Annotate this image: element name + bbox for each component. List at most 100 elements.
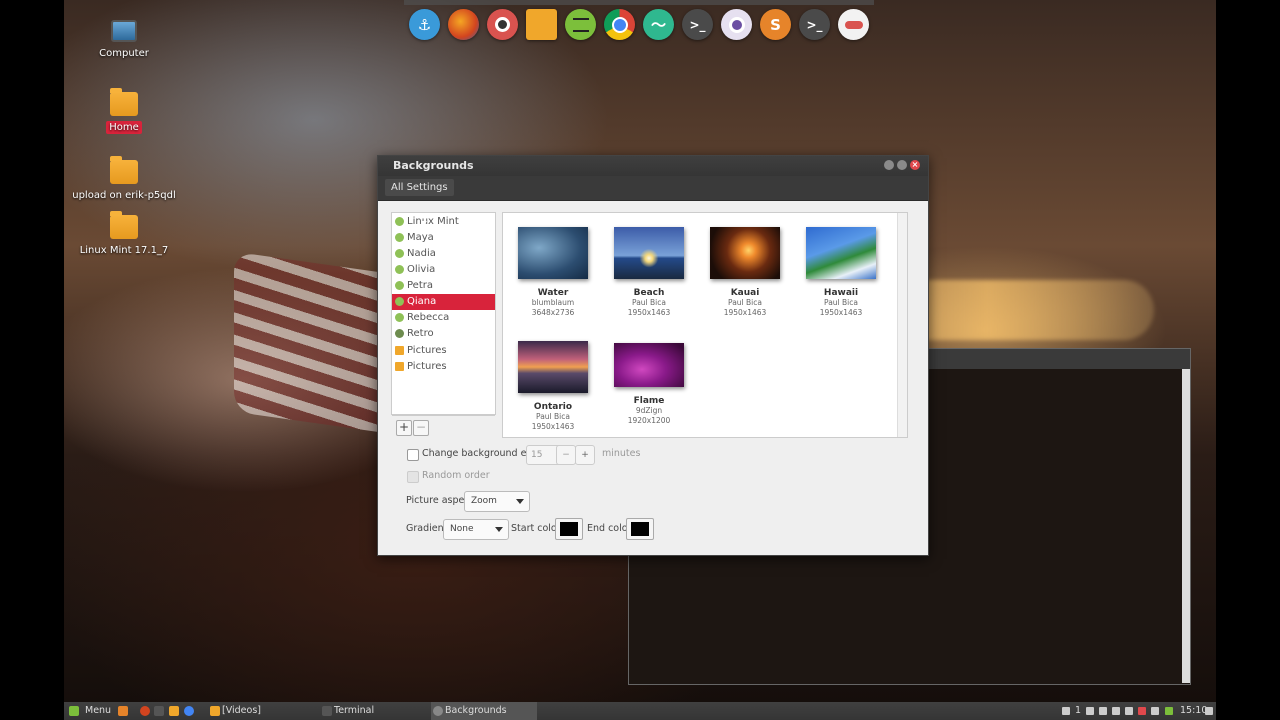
recording-icon[interactable] bbox=[1138, 707, 1146, 715]
webcam-icon[interactable] bbox=[721, 9, 752, 40]
collection-item[interactable]: Olivia bbox=[392, 262, 495, 278]
wallpaper-grid-scrollbar[interactable] bbox=[897, 213, 907, 437]
background-window-scrollbar[interactable] bbox=[1182, 369, 1190, 683]
window-titlebar[interactable]: Backgrounds × bbox=[378, 156, 928, 176]
wallpaper-size: 1920x1200 bbox=[627, 416, 671, 425]
shield-icon[interactable] bbox=[1165, 707, 1173, 715]
display-icon[interactable] bbox=[1099, 707, 1107, 715]
mint-icon bbox=[395, 281, 404, 290]
wallpaper-name: Flame bbox=[633, 396, 665, 406]
home-folder-icon bbox=[110, 88, 138, 116]
wallpaper-name: Kauai bbox=[730, 288, 760, 298]
terminal-icon bbox=[322, 706, 332, 716]
mint-menu-icon[interactable] bbox=[69, 706, 79, 716]
wallpaper-author: Paul Bica bbox=[536, 412, 570, 421]
wallpaper-size: 1950x1463 bbox=[819, 308, 863, 317]
update-icon[interactable] bbox=[1151, 707, 1159, 715]
collection-item[interactable]: Rebecca bbox=[392, 310, 495, 326]
network-folder-icon bbox=[110, 156, 138, 184]
dock-bar bbox=[404, 0, 874, 5]
wallpaper-thumb[interactable]: Water blumblaum 3648x2736 bbox=[505, 227, 601, 318]
settings-toggle-icon[interactable] bbox=[838, 9, 869, 40]
wallpaper-size: 1950x1463 bbox=[531, 422, 575, 431]
maximize-button[interactable] bbox=[897, 160, 907, 170]
desktop-icon-home[interactable]: Home bbox=[64, 88, 184, 134]
collection-item[interactable]: Petra bbox=[392, 278, 495, 294]
collection-item[interactable]: Pictures bbox=[392, 359, 495, 375]
change-background-checkbox[interactable] bbox=[407, 449, 419, 461]
files-icon[interactable] bbox=[526, 9, 557, 40]
taskbar-window-label: Backgrounds bbox=[445, 705, 507, 716]
menu-button[interactable]: Menu bbox=[85, 702, 111, 720]
collection-item[interactable]: Linux Mint bbox=[392, 214, 495, 230]
add-collection-button[interactable]: + bbox=[396, 420, 412, 436]
anchor-icon[interactable]: ⚓ bbox=[409, 9, 440, 40]
terminal-icon[interactable]: >_ bbox=[682, 9, 713, 40]
firefox-icon[interactable] bbox=[140, 706, 150, 716]
launcher-icon[interactable] bbox=[118, 706, 128, 716]
minimize-button[interactable] bbox=[884, 160, 894, 170]
interval-increment-button[interactable]: + bbox=[575, 445, 595, 465]
desktop-icon-upload[interactable]: upload on erik-p5qdl bbox=[64, 156, 184, 202]
wallpaper-size: 1950x1463 bbox=[723, 308, 767, 317]
gradient-select[interactable]: None bbox=[443, 519, 509, 540]
desktop-icon-label: Home bbox=[106, 121, 142, 134]
taskbar-window-terminal[interactable]: Terminal bbox=[320, 702, 438, 720]
wallpaper-thumb[interactable]: Kauai Paul Bica 1950x1463 bbox=[697, 227, 793, 318]
wallpaper-thumb[interactable]: Flame 9dZign 1920x1200 bbox=[601, 343, 697, 426]
chrome-icon[interactable] bbox=[184, 706, 194, 716]
remove-collection-button[interactable]: − bbox=[413, 420, 429, 436]
keyboard-icon[interactable] bbox=[1086, 707, 1094, 715]
random-order-checkbox[interactable] bbox=[407, 471, 419, 483]
close-button[interactable]: × bbox=[910, 160, 920, 170]
collection-item[interactable]: Nadia bbox=[392, 246, 495, 262]
sound-icon[interactable] bbox=[1125, 707, 1133, 715]
network-icon[interactable] bbox=[1112, 707, 1120, 715]
collection-item[interactable]: Pictures bbox=[392, 343, 495, 359]
chrome-icon[interactable] bbox=[604, 9, 635, 40]
collection-item[interactable]: Retro bbox=[392, 326, 495, 342]
random-order-label: Random order bbox=[422, 470, 490, 481]
collection-label: Maya bbox=[407, 232, 434, 243]
end-color-button[interactable] bbox=[626, 518, 654, 540]
start-color-button[interactable] bbox=[555, 518, 583, 540]
wallpaper-thumb[interactable]: Beach Paul Bica 1950x1463 bbox=[601, 227, 697, 318]
chat-icon[interactable] bbox=[1062, 707, 1070, 715]
wallpaper-thumb[interactable]: Ontario Paul Bica 1950x1463 bbox=[505, 341, 601, 432]
window-toolbar: All Settings bbox=[378, 176, 928, 201]
computer-icon bbox=[111, 20, 137, 42]
show-desktop-icon[interactable] bbox=[1205, 707, 1213, 715]
workspace-indicator[interactable]: 1 bbox=[1075, 702, 1081, 720]
chevron-down-icon bbox=[495, 527, 503, 532]
sublime-text-icon[interactable]: S bbox=[760, 9, 791, 40]
taskbar: Menu [Videos] Terminal Backgrounds 1 15:… bbox=[64, 702, 1216, 720]
folder-icon bbox=[395, 346, 404, 355]
interval-decrement-button[interactable]: − bbox=[556, 445, 576, 465]
backgrounds-icon bbox=[433, 706, 443, 716]
desktop-icon-computer[interactable]: Computer bbox=[64, 20, 184, 60]
collection-item[interactable]: Maya bbox=[392, 230, 495, 246]
taskbar-window-videos[interactable]: [Videos] bbox=[208, 702, 326, 720]
collection-item-selected[interactable]: Qiana bbox=[392, 294, 495, 310]
gradient-label: Gradient bbox=[406, 523, 448, 534]
clock[interactable]: 15:10 bbox=[1180, 702, 1207, 720]
wallpaper-author: 9dZign bbox=[635, 406, 663, 415]
files-icon[interactable] bbox=[169, 706, 179, 716]
terminal-icon[interactable]: >_ bbox=[799, 9, 830, 40]
all-settings-button[interactable]: All Settings bbox=[385, 179, 454, 196]
folder-icon bbox=[110, 211, 138, 239]
desktop-icon-linux-mint-folder[interactable]: Linux Mint 17.1_7 bbox=[64, 211, 184, 257]
wallpaper-author: blumblaum bbox=[531, 298, 575, 307]
picture-aspect-select[interactable]: Zoom bbox=[464, 491, 530, 512]
wallpaper-author: Paul Bica bbox=[824, 298, 858, 307]
obs-icon[interactable] bbox=[487, 9, 518, 40]
terminal-icon[interactable] bbox=[154, 706, 164, 716]
spotify-icon[interactable] bbox=[565, 9, 596, 40]
wallpaper-name: Hawaii bbox=[823, 288, 859, 298]
wallpaper-thumb[interactable]: Hawaii Paul Bica 1950x1463 bbox=[793, 227, 889, 318]
mint-icon bbox=[395, 249, 404, 258]
taskbar-window-backgrounds[interactable]: Backgrounds bbox=[431, 702, 537, 720]
system-monitor-icon[interactable]: 〜 bbox=[643, 9, 674, 40]
firefox-icon[interactable] bbox=[448, 9, 479, 40]
mint-icon bbox=[395, 265, 404, 274]
